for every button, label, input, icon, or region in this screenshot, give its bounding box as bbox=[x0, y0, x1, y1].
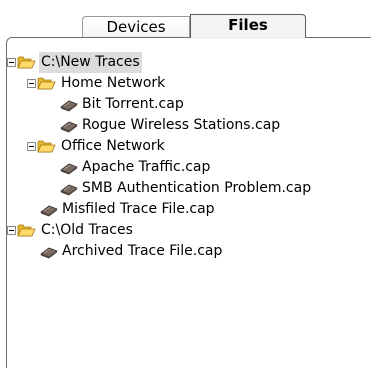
file-label[interactable]: Apache Traffic.cap bbox=[80, 157, 212, 178]
file-label[interactable]: Archived Trace File.cap bbox=[60, 241, 224, 262]
tree-folder-row[interactable]: C:\New Traces bbox=[0, 52, 371, 73]
tab-files[interactable]: Files bbox=[190, 14, 306, 38]
tree-folder-row[interactable]: Home Network bbox=[0, 73, 371, 94]
capture-file-icon bbox=[60, 119, 78, 133]
capture-file-icon bbox=[60, 161, 78, 175]
folder-open-icon bbox=[37, 139, 56, 154]
folder-open-icon bbox=[17, 223, 36, 238]
tree-folder-row[interactable]: Office Network bbox=[0, 136, 371, 157]
tree-file-row[interactable]: Bit Torrent.cap bbox=[0, 94, 371, 115]
file-label[interactable]: Rogue Wireless Stations.cap bbox=[80, 115, 282, 136]
collapse-toggle-icon[interactable] bbox=[27, 79, 36, 88]
folder-label[interactable]: Home Network bbox=[59, 73, 167, 94]
folder-label[interactable]: Office Network bbox=[59, 136, 167, 157]
tree-file-row[interactable]: Apache Traffic.cap bbox=[0, 157, 371, 178]
tree-folder-row[interactable]: C:\Old Traces bbox=[0, 220, 371, 241]
collapse-toggle-icon[interactable] bbox=[7, 58, 16, 67]
file-tree: C:\New Traces Home Network Bit Torrent.cap… bbox=[0, 52, 371, 262]
capture-file-icon bbox=[60, 182, 78, 196]
tree-file-row[interactable]: SMB Authentication Problem.cap bbox=[0, 178, 371, 199]
tree-file-row[interactable]: Archived Trace File.cap bbox=[0, 241, 371, 262]
capture-file-icon bbox=[60, 98, 78, 112]
folder-open-icon bbox=[17, 55, 36, 70]
capture-file-icon bbox=[40, 203, 58, 217]
capture-file-icon bbox=[40, 245, 58, 259]
folder-label[interactable]: C:\Old Traces bbox=[39, 220, 135, 241]
tree-file-row[interactable]: Misfiled Trace File.cap bbox=[0, 199, 371, 220]
file-label[interactable]: Bit Torrent.cap bbox=[80, 94, 186, 115]
tab-bar: Devices Files bbox=[0, 0, 371, 38]
tree-file-row[interactable]: Rogue Wireless Stations.cap bbox=[0, 115, 371, 136]
collapse-toggle-icon[interactable] bbox=[7, 226, 16, 235]
file-label[interactable]: SMB Authentication Problem.cap bbox=[80, 178, 313, 199]
folder-label[interactable]: C:\New Traces bbox=[39, 52, 142, 73]
tab-devices[interactable]: Devices bbox=[82, 16, 190, 38]
active-tab-joint bbox=[191, 37, 305, 39]
collapse-toggle-icon[interactable] bbox=[27, 142, 36, 151]
file-label[interactable]: Misfiled Trace File.cap bbox=[60, 199, 217, 220]
folder-open-icon bbox=[37, 76, 56, 91]
